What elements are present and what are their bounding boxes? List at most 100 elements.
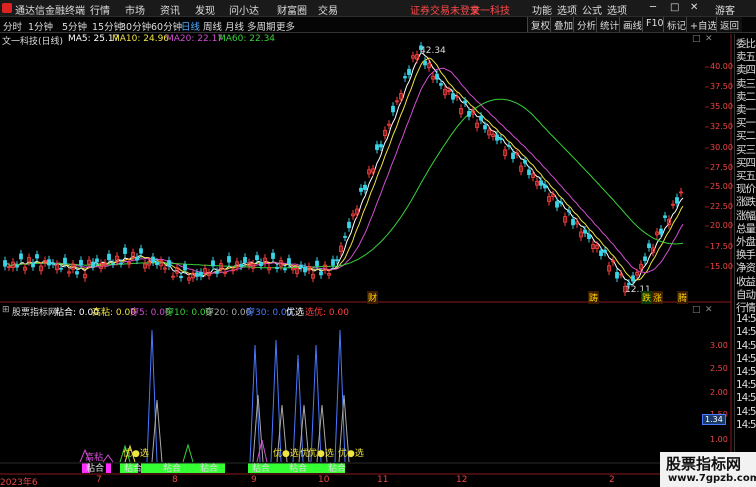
- chart-canvas[interactable]: [0, 0, 756, 487]
- date-tick: 10: [318, 475, 330, 485]
- candle-body: [523, 160, 527, 164]
- candle-body: [675, 197, 679, 204]
- expand-icon[interactable]: □: [692, 305, 701, 315]
- side-panel-item[interactable]: 14:5: [736, 366, 756, 378]
- candle-body: [435, 73, 439, 80]
- candle-body: [527, 169, 531, 175]
- candle-body: [155, 261, 159, 266]
- price-tick: 30.00: [710, 143, 733, 152]
- indicator-spike: [182, 443, 194, 463]
- indicator-name[interactable]: 股票指标网: [12, 305, 57, 318]
- signal-label: 粘合: [163, 464, 182, 474]
- candle-body: [211, 260, 215, 267]
- candle-body: [407, 68, 411, 75]
- candle-body: [299, 264, 303, 268]
- ma60-line: [4, 98, 684, 269]
- signal-label: 粘合: [86, 464, 105, 474]
- candle-body: [555, 201, 559, 208]
- candle-body: [483, 125, 487, 130]
- candle-body: [255, 255, 259, 261]
- candle-body: [391, 105, 395, 113]
- candle-body: [195, 272, 199, 277]
- candle-body: [79, 259, 83, 266]
- event-marker[interactable]: 腾: [677, 291, 689, 304]
- candle-body: [111, 262, 115, 265]
- candle-body: [227, 256, 231, 263]
- candle-body: [439, 83, 443, 86]
- candle-body: [479, 115, 483, 121]
- candle-body: [663, 215, 667, 218]
- signal-label: 粘合: [328, 464, 347, 474]
- event-marker[interactable]: 财: [367, 291, 379, 304]
- candle-body: [583, 229, 587, 234]
- candle-body: [559, 201, 563, 204]
- indicator-icon[interactable]: ⊞: [2, 305, 10, 315]
- candle-body: [259, 261, 263, 267]
- candle-body: [151, 256, 155, 263]
- candle-body: [47, 259, 51, 266]
- quote-side-panel[interactable]: 委比 卖五 卖四 卖三 卖二 卖一 买一 买二 买三 买四 买五 现价 涨跌 涨幅 总量 外盘 换手 净资 收益 自动…: [734, 34, 756, 487]
- candle-body: [167, 260, 171, 267]
- price-tick: 20.00: [710, 221, 733, 230]
- event-marker[interactable]: 踌: [588, 291, 600, 304]
- signal-label: 粘合: [124, 464, 143, 474]
- signal-label: 优●选: [123, 449, 149, 459]
- candle-body: [463, 100, 467, 104]
- candle-body: [283, 268, 287, 271]
- price-tick: 40.00: [710, 62, 733, 71]
- side-panel-item[interactable]: 14:5: [736, 326, 756, 338]
- candle-body: [15, 264, 19, 268]
- candle-body: [347, 221, 351, 229]
- indicator-tick: 1.00: [710, 435, 728, 444]
- side-panel-item[interactable]: 14:5: [736, 340, 756, 352]
- side-panel-item[interactable]: 14:5: [736, 406, 756, 418]
- candle-body: [379, 144, 383, 148]
- side-panel-item[interactable]: 14:5: [736, 313, 756, 325]
- signal-label: 优●选: [338, 449, 364, 459]
- side-panel-item[interactable]: 14:5: [736, 379, 756, 391]
- signal-bar: [106, 463, 111, 473]
- candle-body: [423, 60, 427, 66]
- ma20-line: [4, 67, 684, 275]
- date-tick: 8: [172, 475, 178, 485]
- price-tick: 15.00: [710, 262, 733, 271]
- candle-body: [35, 254, 39, 259]
- side-panel-item[interactable]: 14:5: [736, 353, 756, 365]
- candle-body: [507, 145, 511, 147]
- candle-body: [51, 262, 55, 265]
- candle-body: [215, 271, 219, 274]
- signal-label: 优●选: [273, 449, 299, 459]
- candle-body: [599, 250, 603, 256]
- signal-label: 粘合: [289, 464, 308, 474]
- event-marker[interactable]: 跌: [641, 291, 653, 304]
- indicator-spike: [102, 454, 114, 463]
- candle-body: [275, 266, 279, 269]
- ma10-line: [4, 57, 684, 281]
- ma5-line: [4, 52, 684, 286]
- candle-body: [587, 233, 591, 239]
- candle-body: [363, 184, 367, 190]
- candle-body: [603, 249, 607, 253]
- side-panel-item[interactable]: 14:5: [736, 419, 756, 431]
- candle-body: [495, 134, 499, 141]
- candle-body: [567, 210, 571, 213]
- current-value-box: 1.34: [702, 414, 726, 425]
- candle-body: [647, 243, 651, 249]
- signal-label: 粘合: [200, 464, 219, 474]
- watermark: 股票指标网 www.7gpzb.com: [660, 452, 756, 487]
- price-tick: 35.00: [710, 102, 733, 111]
- candle-body: [359, 187, 363, 192]
- side-panel-item[interactable]: 14:5: [736, 392, 756, 404]
- close-icon[interactable]: ✕: [705, 305, 713, 315]
- watermark-url: www.7gpzb.com: [668, 473, 756, 484]
- candle-body: [511, 152, 515, 160]
- date-tick: 7: [96, 475, 102, 485]
- signal-label: 粘合: [252, 464, 271, 474]
- price-tick: 25.00: [710, 182, 733, 191]
- event-marker[interactable]: 涨: [652, 291, 664, 304]
- price-tick: 32.50: [710, 122, 733, 131]
- date-tick: 11: [377, 475, 389, 485]
- date-tick: 12: [456, 475, 468, 485]
- price-tick: 27.50: [710, 163, 733, 172]
- candle-body: [303, 266, 307, 273]
